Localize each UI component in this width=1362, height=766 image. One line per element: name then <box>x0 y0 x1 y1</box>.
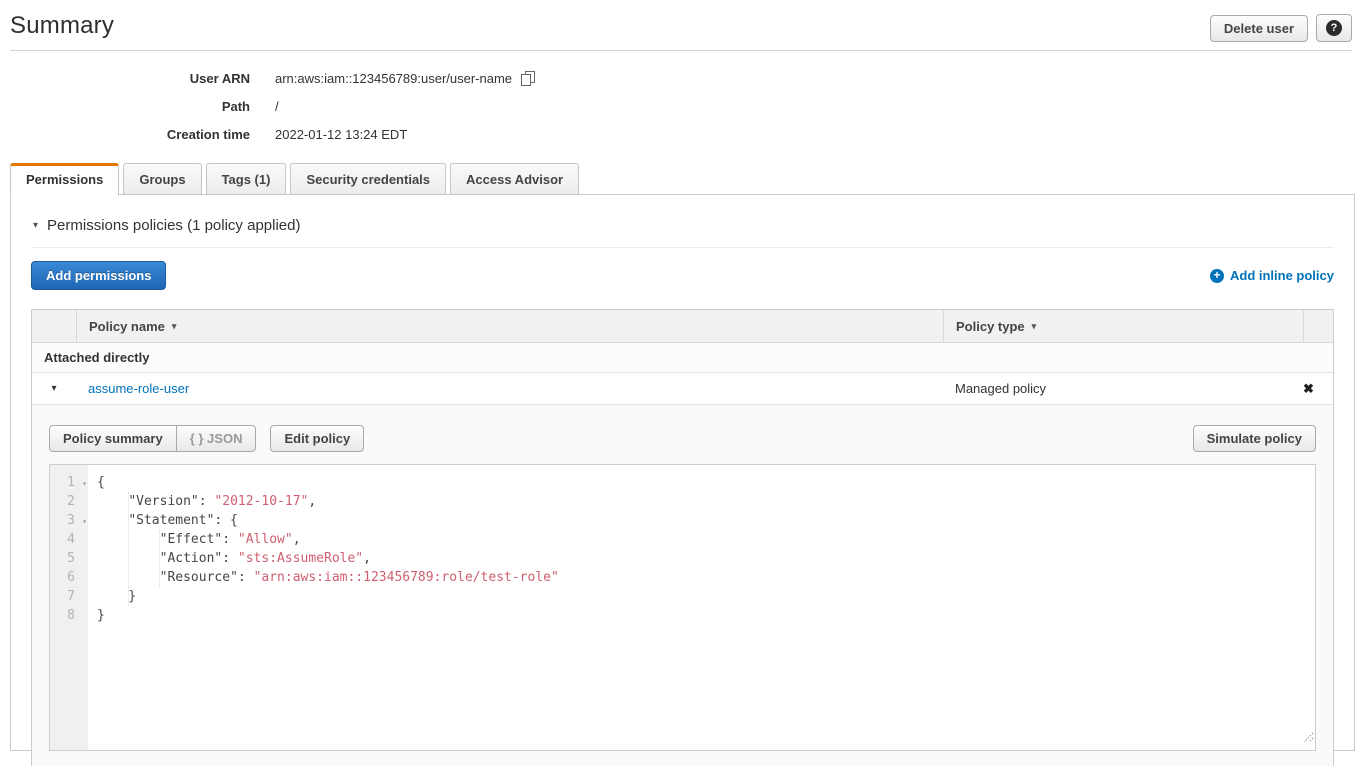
policy-type-header-label: Policy type <box>956 319 1025 334</box>
sort-caret-icon: ▾ <box>1032 321 1037 332</box>
line-number: 6 <box>67 570 75 585</box>
line-number: 3 <box>67 513 75 528</box>
policy-name-header-label: Policy name <box>89 319 165 334</box>
header-expand-cell <box>32 310 76 342</box>
tab-groups[interactable]: Groups <box>123 163 201 195</box>
copy-icon[interactable] <box>521 71 535 86</box>
tab-bar: Permissions Groups Tags (1) Security cre… <box>10 163 1362 195</box>
permissions-policies-section-header[interactable]: ▾ Permissions policies (1 policy applied… <box>31 217 1334 248</box>
user-arn-label: User ARN <box>0 71 250 86</box>
policy-summary-button[interactable]: Policy summary <box>49 425 177 452</box>
gutter-line: 2 <box>50 492 88 511</box>
page-title: Summary <box>10 12 114 40</box>
creation-time-row: Creation time 2022-01-12 13:24 EDT <box>0 120 1362 148</box>
path-row: Path / <box>0 92 1362 120</box>
tab-access-advisor[interactable]: Access Advisor <box>450 163 579 195</box>
gutter-line: 4 <box>50 530 88 549</box>
delete-user-button[interactable]: Delete user <box>1210 15 1308 42</box>
simulate-policy-button[interactable]: Simulate policy <box>1193 425 1316 452</box>
help-button[interactable]: ? <box>1316 14 1352 42</box>
user-arn-row: User ARN arn:aws:iam::123456789:user/use… <box>0 64 1362 92</box>
policy-view-toolbar: Policy summary { } JSON Edit policy Simu… <box>49 425 1316 452</box>
user-arn-text: arn:aws:iam::123456789:user/user-name <box>275 71 512 86</box>
plus-circle-icon: + <box>1210 269 1224 283</box>
code-line: { <box>97 473 1315 492</box>
fold-caret-icon[interactable]: ▾ <box>82 512 87 531</box>
add-inline-policy-link[interactable]: + Add inline policy <box>1210 268 1334 283</box>
policy-table-row: ▾ assume-role-user Managed policy ✖ <box>32 372 1333 404</box>
creation-time-label: Creation time <box>0 127 250 142</box>
path-label: Path <box>0 99 250 114</box>
attached-directly-group-row: Attached directly <box>32 342 1333 372</box>
page-header: Summary Delete user ? <box>0 0 1362 50</box>
header-actions: Delete user ? <box>1210 12 1352 42</box>
policy-table-header: Policy name ▾ Policy type ▾ <box>32 310 1333 342</box>
user-details: User ARN arn:aws:iam::123456789:user/use… <box>0 64 1362 148</box>
code-line: } <box>97 606 1315 625</box>
section-title: Permissions policies (1 policy applied) <box>47 217 300 234</box>
code-line: "Effect": "Allow", <box>97 530 1315 549</box>
edit-policy-button[interactable]: Edit policy <box>270 425 364 452</box>
gutter-line: 6 <box>50 568 88 587</box>
creation-time-value: 2022-01-12 13:24 EDT <box>275 127 407 142</box>
header-actions-cell <box>1303 310 1333 342</box>
code-line: } <box>97 587 1315 606</box>
json-view-button[interactable]: { } JSON <box>176 425 257 452</box>
gutter-line: 8 <box>50 606 88 625</box>
sort-caret-icon: ▾ <box>172 321 177 332</box>
code-line: "Version": "2012-10-17", <box>97 492 1315 511</box>
editor-gutter: 1▾23▾45678 <box>50 465 88 750</box>
fold-caret-icon[interactable]: ▾ <box>82 474 87 493</box>
policy-name-cell: assume-role-user <box>76 381 943 396</box>
tab-security-credentials[interactable]: Security credentials <box>290 163 446 195</box>
policy-view-toggle-group: Policy summary { } JSON <box>49 425 256 452</box>
help-icon: ? <box>1326 20 1342 36</box>
policy-detail-area: Policy summary { } JSON Edit policy Simu… <box>32 404 1333 766</box>
code-line: "Action": "sts:AssumeRole", <box>97 549 1315 568</box>
path-value: / <box>275 99 279 114</box>
policy-view-left-buttons: Policy summary { } JSON Edit policy <box>49 425 364 452</box>
line-number: 4 <box>67 532 75 547</box>
section-collapse-icon: ▾ <box>33 220 38 231</box>
policy-type-cell: Managed policy <box>943 381 1303 396</box>
code-line: "Resource": "arn:aws:iam::123456789:role… <box>97 568 1315 587</box>
line-number: 2 <box>67 494 75 509</box>
gutter-line: 1▾ <box>50 473 88 492</box>
policy-table: Policy name ▾ Policy type ▾ Attached dir… <box>31 309 1334 766</box>
json-editor[interactable]: 1▾23▾45678 { "Version": "2012-10-17", "S… <box>49 464 1316 751</box>
permissions-panel: ▾ Permissions policies (1 policy applied… <box>10 194 1355 751</box>
code-line: "Statement": { <box>97 511 1315 530</box>
add-inline-policy-label: Add inline policy <box>1230 268 1334 283</box>
policy-type-column-header[interactable]: Policy type ▾ <box>943 310 1303 342</box>
gutter-line: 3▾ <box>50 511 88 530</box>
permissions-toolbar: Add permissions + Add inline policy <box>31 261 1334 290</box>
header-divider <box>10 50 1352 51</box>
detach-policy-x-icon[interactable]: ✖ <box>1303 381 1333 397</box>
tab-tags[interactable]: Tags (1) <box>206 163 287 195</box>
gutter-line: 7 <box>50 587 88 606</box>
user-arn-value: arn:aws:iam::123456789:user/user-name <box>275 71 535 86</box>
gutter-line: 5 <box>50 549 88 568</box>
tab-permissions[interactable]: Permissions <box>10 163 119 196</box>
add-permissions-button[interactable]: Add permissions <box>31 261 166 290</box>
policy-name-column-header[interactable]: Policy name ▾ <box>76 310 943 342</box>
line-number: 5 <box>67 551 75 566</box>
line-number: 8 <box>67 608 75 623</box>
editor-code[interactable]: { "Version": "2012-10-17", "Statement": … <box>88 465 1315 750</box>
policy-name-link[interactable]: assume-role-user <box>88 381 189 396</box>
line-number: 7 <box>67 589 75 604</box>
line-number: 1 <box>67 475 75 490</box>
row-expand-caret-icon[interactable]: ▾ <box>32 383 76 394</box>
editor-resize-handle[interactable] <box>1302 730 1314 749</box>
